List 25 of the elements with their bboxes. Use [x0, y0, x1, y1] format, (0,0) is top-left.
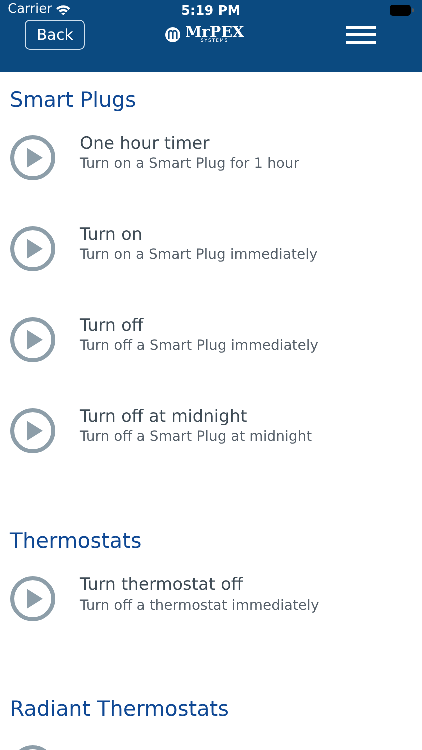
- section-heading: Smart Plugs: [10, 88, 138, 114]
- section-heading: Radiant Thermostats: [10, 697, 230, 723]
- battery-icon: [390, 4, 414, 16]
- logo-icon: [165, 27, 182, 43]
- action-description: Turn off a thermostat immediately: [80, 596, 320, 615]
- play-icon[interactable]: [10, 576, 56, 622]
- action-title[interactable]: Turn off at midnight: [80, 407, 312, 428]
- play-icon[interactable]: [10, 135, 56, 182]
- section-heading: Thermostats: [10, 529, 143, 554]
- action-title[interactable]: One hour timer: [80, 134, 300, 156]
- play-icon[interactable]: [10, 226, 56, 272]
- carrier-label: Carrier: [8, 1, 52, 20]
- play-icon[interactable]: [10, 408, 56, 454]
- action-description: Turn off a Smart Plug immediately: [80, 337, 319, 356]
- back-button[interactable]: Back: [25, 20, 86, 50]
- menu-icon[interactable]: [346, 26, 376, 44]
- action-title[interactable]: Turn off: [80, 316, 319, 338]
- action-description: Turn on a Smart Plug for 1 hour: [80, 155, 300, 174]
- clock-time: 5:19 PM: [181, 3, 241, 21]
- action-title[interactable]: Turn on: [80, 225, 318, 246]
- action-description: Turn off a Smart Plug at midnight: [80, 428, 312, 447]
- action-description: Turn on a Smart Plug immediately: [80, 246, 318, 265]
- play-icon[interactable]: [10, 317, 56, 364]
- action-title[interactable]: Turn thermostat off: [80, 575, 320, 597]
- wifi-icon: [56, 4, 72, 16]
